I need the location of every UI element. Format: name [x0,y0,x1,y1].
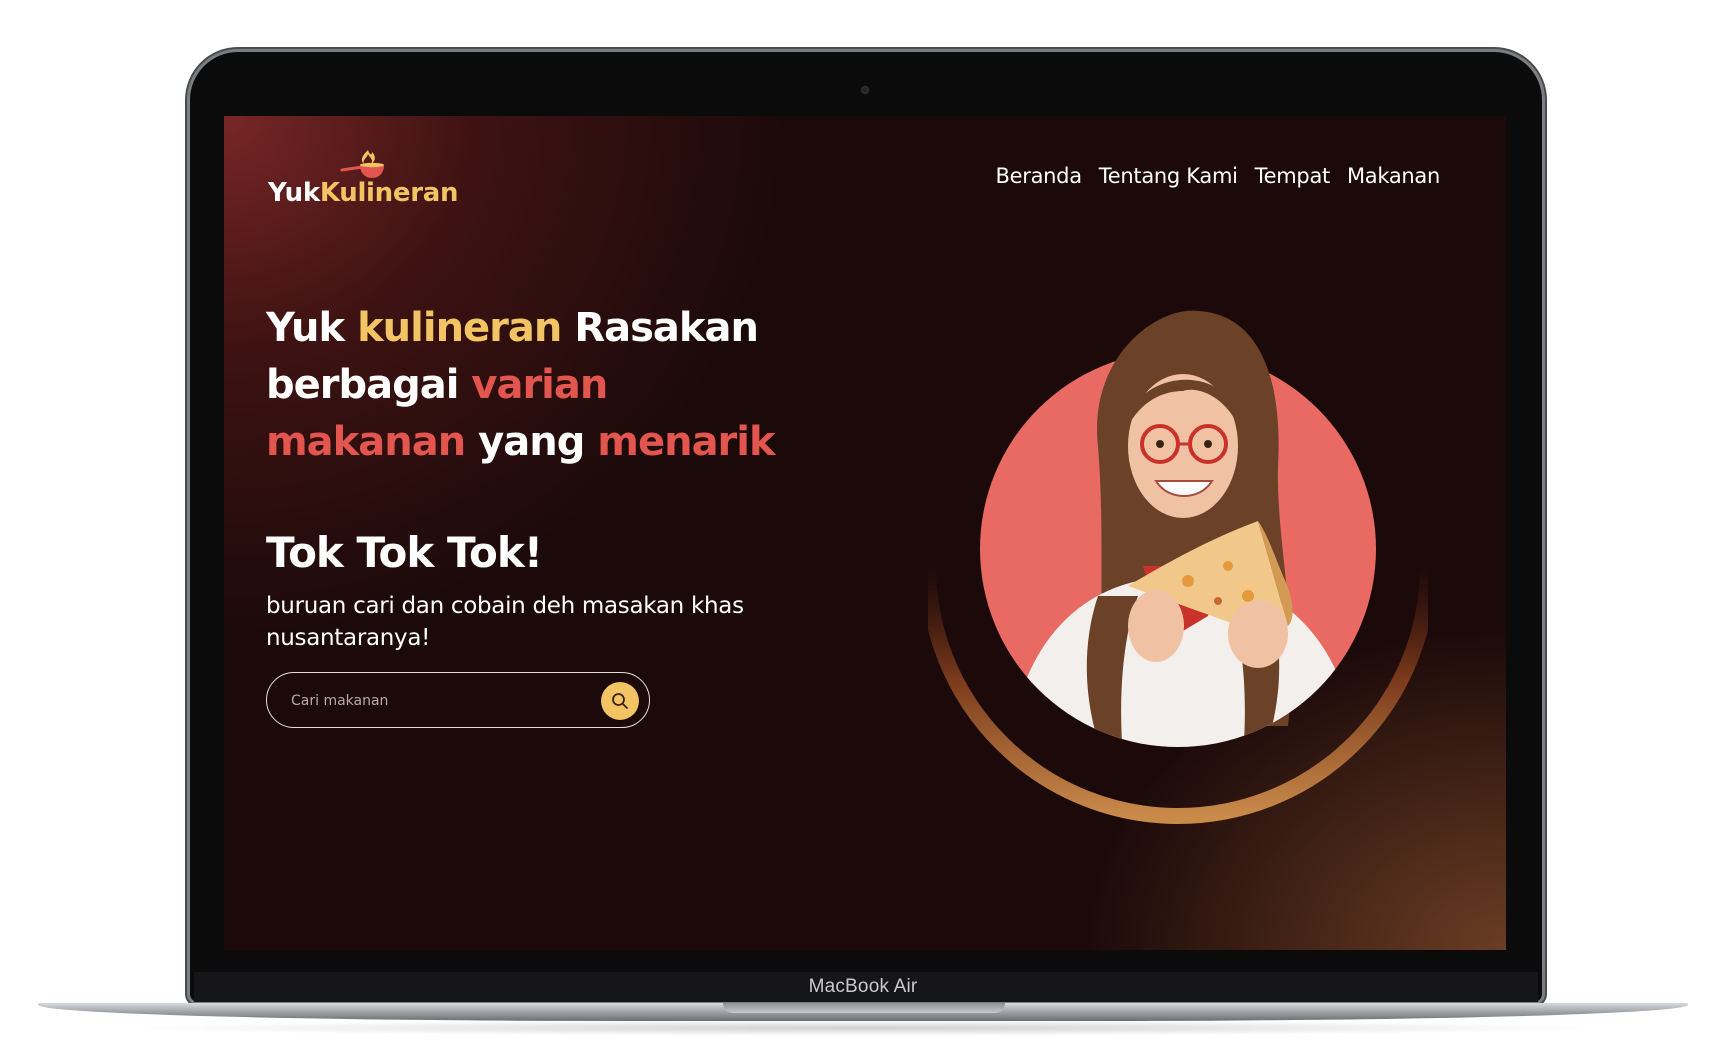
laptop-mockup: MacBook Air YukKulineran Beranda Tentang… [0,0,1726,1064]
nav-link-beranda[interactable]: Beranda [996,164,1083,188]
search-button[interactable] [601,682,639,720]
nav-link-makanan[interactable]: Makanan [1347,164,1440,188]
hero-image [928,310,1428,824]
hero-title: Yuk kulineran Rasakan berbagai varian ma… [266,305,776,465]
main-nav: Beranda Tentang Kami Tempat Makanan [996,164,1441,188]
webcam [861,86,869,94]
nav-link-tempat[interactable]: Tempat [1255,164,1331,188]
device-label: MacBook Air [808,976,918,997]
search-icon [612,693,628,709]
hero-tagline: buruan cari dan cobain deh masakan khas … [266,593,744,651]
laptop-shadow [120,1020,1610,1036]
website-screen: YukKulineran Beranda Tentang Kami Tempat… [224,116,1506,950]
search-input[interactable] [289,687,573,715]
logo-wordmark: YukKulineran [268,178,459,208]
wok-fire-icon [340,150,384,178]
search-bar [266,672,650,728]
nav-link-tentang-kami[interactable]: Tentang Kami [1099,164,1238,188]
hero-subtitle: Tok Tok Tok! [266,528,543,577]
laptop-hinge-notch [723,1003,1005,1013]
site-logo[interactable]: YukKulineran [268,148,468,212]
